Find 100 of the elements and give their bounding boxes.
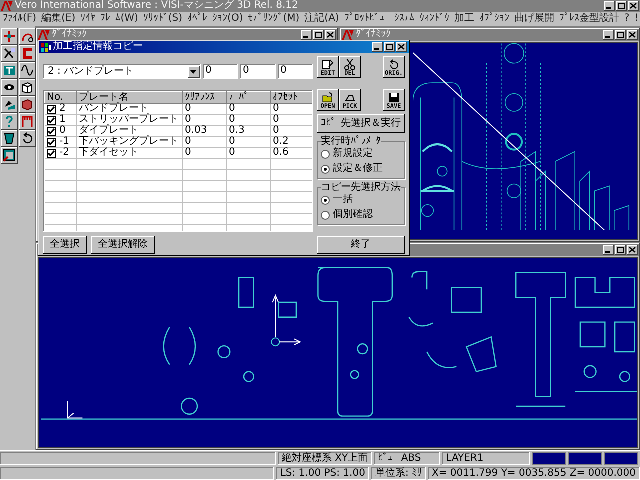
menu-item[interactable]: ﾌﾟﾚｽ金型設計 bbox=[558, 13, 620, 25]
table-cell: 0.03 bbox=[182, 126, 226, 136]
close-button[interactable] bbox=[325, 30, 336, 40]
radio-button[interactable] bbox=[321, 196, 330, 204]
toolbar-button[interactable] bbox=[1, 113, 18, 130]
checkbox[interactable] bbox=[46, 126, 56, 136]
column-header[interactable]: プレート名 bbox=[76, 92, 182, 104]
toolbar-button[interactable] bbox=[1, 96, 18, 113]
cube-icon bbox=[21, 98, 34, 111]
undo-icon bbox=[21, 132, 34, 145]
menu-item[interactable]: ﾌﾟﾛｯﾄﾋﾞｭｰ bbox=[343, 13, 390, 25]
menu-item[interactable]: ! bbox=[634, 13, 640, 25]
minimize-button[interactable] bbox=[372, 42, 383, 52]
radio-button[interactable] bbox=[321, 210, 330, 220]
table-cell: 0 bbox=[226, 148, 270, 158]
group-label: コピー先選択方法 bbox=[321, 182, 401, 193]
toolbar-button[interactable] bbox=[19, 113, 36, 130]
toolbar-button[interactable] bbox=[19, 96, 36, 113]
document-icon bbox=[322, 59, 334, 70]
menu-item[interactable]: ? bbox=[623, 13, 631, 25]
number-field[interactable]: 0 bbox=[240, 64, 276, 79]
logo-icon bbox=[342, 30, 354, 40]
option-label[interactable]: 一括 bbox=[333, 194, 353, 206]
menu-item[interactable]: ﾓﾃﾞﾘﾝｸﾞ(M) bbox=[247, 13, 301, 25]
close-icon bbox=[629, 32, 636, 38]
column-header[interactable]: No. bbox=[44, 92, 76, 104]
minimize-button[interactable] bbox=[603, 30, 614, 40]
minimize-button[interactable] bbox=[301, 30, 312, 40]
menu-item[interactable]: 注記(A) bbox=[304, 13, 340, 25]
table-cell: 0 bbox=[270, 104, 312, 114]
maximize-icon bbox=[617, 32, 624, 38]
toolbar-button[interactable] bbox=[1, 28, 18, 45]
app-title: Vero International Software : VISI-マシニング 3D Rel. 8.12 bbox=[15, 0, 300, 12]
copy-execute-button[interactable]: ｺﾋﾟｰ先選択＆実行 bbox=[317, 114, 405, 133]
close-button[interactable] bbox=[396, 42, 407, 52]
toolbar-button[interactable] bbox=[19, 79, 36, 96]
checkbox[interactable] bbox=[46, 116, 56, 124]
column-header[interactable]: ｸﾘｱﾗﾝｽ bbox=[182, 92, 226, 104]
deselect-all-button[interactable]: 全選択解除 bbox=[91, 236, 155, 254]
radio-button[interactable] bbox=[321, 150, 330, 158]
indicator-panel bbox=[568, 452, 602, 465]
checkbox[interactable] bbox=[46, 148, 56, 158]
wave-icon bbox=[21, 64, 34, 77]
menu-item[interactable]: ｿﾘｯﾄﾞ(S) bbox=[142, 13, 184, 25]
maximize-button[interactable] bbox=[313, 30, 324, 40]
app-icon bbox=[41, 42, 51, 52]
toolbar-button[interactable] bbox=[19, 28, 36, 45]
menu-item[interactable]: ﾌｧｲﾙ(F) bbox=[2, 13, 38, 25]
radio-button[interactable] bbox=[321, 164, 330, 174]
close-button[interactable] bbox=[628, 1, 639, 11]
maximize-button[interactable] bbox=[615, 245, 626, 255]
option-label[interactable]: 個別確認 bbox=[333, 209, 373, 221]
toolbar-button[interactable] bbox=[1, 147, 18, 164]
toolbar-button[interactable] bbox=[19, 130, 36, 147]
toolbar-button[interactable] bbox=[19, 62, 36, 79]
maximize-icon bbox=[617, 247, 624, 253]
maximize-button[interactable] bbox=[615, 30, 626, 40]
checkbox[interactable] bbox=[46, 138, 56, 146]
row-number: -1 bbox=[60, 137, 70, 147]
column-header[interactable]: ｵﾌｾｯﾄ bbox=[270, 92, 312, 104]
checkbox[interactable] bbox=[46, 104, 56, 114]
table-cell: 0.3 bbox=[226, 126, 270, 136]
plate-dropdown[interactable]: 2 : バンドプレート bbox=[43, 64, 201, 79]
toolbar-button[interactable] bbox=[1, 62, 18, 79]
group-label: 実行時ﾊﾟﾗﾒｰﾀ bbox=[321, 136, 381, 147]
maximize-button[interactable] bbox=[616, 1, 627, 11]
table-cell: 0 bbox=[226, 114, 270, 126]
toolbar-button[interactable] bbox=[1, 130, 18, 147]
toolbar-button[interactable] bbox=[1, 79, 18, 96]
minimize-button[interactable] bbox=[603, 245, 614, 255]
menu-item[interactable]: ﾜｲﾔｰﾌﾚｰﾑ(W) bbox=[80, 13, 140, 25]
number-field[interactable]: 0 bbox=[202, 64, 238, 79]
table-cell: 下ダイセット bbox=[76, 148, 182, 158]
option-label[interactable]: 設定＆修正 bbox=[333, 163, 383, 175]
dialog-title: 加工指定情報コピー bbox=[53, 41, 144, 53]
close-dialog-button[interactable]: 終了 bbox=[317, 236, 405, 254]
menu-item[interactable]: 編集(E) bbox=[40, 13, 77, 25]
close-button[interactable] bbox=[627, 30, 638, 40]
menu-item[interactable]: ｵﾌﾟｼｮﾝ bbox=[478, 13, 510, 25]
table-cell: 0 bbox=[182, 148, 226, 158]
table-cell: 0 bbox=[270, 126, 312, 136]
row-number: 2 bbox=[60, 104, 66, 114]
table-cell: 0 bbox=[226, 136, 270, 148]
maximize-button[interactable] bbox=[384, 42, 395, 52]
toolbar-button[interactable] bbox=[1, 45, 18, 62]
toolbar-button[interactable] bbox=[19, 45, 36, 62]
window-title: ﾀﾞｲﾅﾐｯｸ bbox=[356, 29, 392, 41]
option-label[interactable]: 新規設定 bbox=[333, 148, 373, 160]
menu-item[interactable]: ｼｽﾃﾑ bbox=[393, 13, 416, 25]
menu-item[interactable]: ｵﾍﾟﾚｰｼｮﾝ(O) bbox=[186, 13, 244, 25]
close-button[interactable] bbox=[627, 245, 638, 255]
menu-item[interactable]: 加工 bbox=[453, 13, 476, 25]
number-field[interactable]: 0 bbox=[278, 64, 313, 79]
gate-icon bbox=[21, 115, 34, 128]
menu-item[interactable]: ｳｨﾝﾄﾞｳ bbox=[418, 13, 450, 25]
menu-item[interactable]: 曲げ展開 bbox=[513, 13, 556, 25]
select-all-button[interactable]: 全選択 bbox=[43, 236, 87, 254]
text-icon bbox=[3, 64, 16, 77]
minimize-button[interactable] bbox=[604, 1, 615, 11]
column-header[interactable]: ﾃｰﾊﾟ bbox=[226, 92, 270, 104]
